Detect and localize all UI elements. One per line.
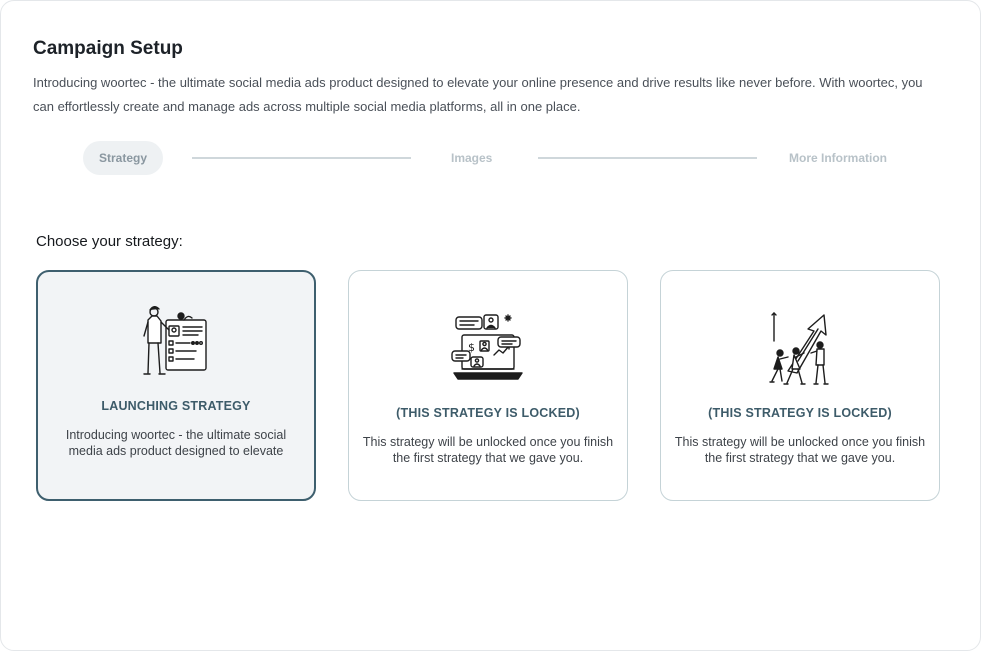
strategy-card-description: This strategy will be unlocked once you … (674, 435, 926, 465)
strategy-card-title: (THIS STRATEGY IS LOCKED) (708, 406, 892, 420)
step-connector (538, 157, 757, 159)
step-more-information[interactable]: More Information (789, 141, 887, 175)
strategy-card-locked-1[interactable]: $ (THIS STRATEGY IS LOCKED) This strateg… (348, 270, 628, 501)
team-pushing-arrow-illustration (661, 311, 939, 395)
strategy-card-locked-2[interactable]: (THIS STRATEGY IS LOCKED) This strategy … (660, 270, 940, 501)
step-images[interactable]: Images (451, 141, 492, 175)
strategy-section-label: Choose your strategy: (36, 233, 183, 250)
step-strategy[interactable]: Strategy (83, 141, 164, 175)
laptop-social-media-illustration: $ (349, 311, 627, 395)
strategy-card-title: LAUNCHING STRATEGY (101, 399, 251, 413)
page-title: Campaign Setup (33, 38, 183, 59)
step-connector (192, 157, 411, 159)
progress-stepper: Strategy Images More Information (83, 141, 913, 175)
strategy-card-description: Introducing woortec - the ultimate socia… (65, 428, 287, 458)
strategy-card-title: (THIS STRATEGY IS LOCKED) (396, 406, 580, 420)
presenter-with-board-illustration (38, 302, 314, 386)
strategy-card-launching[interactable]: LAUNCHING STRATEGY Introducing woortec -… (36, 270, 316, 501)
campaign-setup-panel: Campaign Setup Introducing woortec - the… (0, 0, 981, 651)
page-intro: Introducing woortec - the ultimate socia… (33, 75, 923, 114)
strategy-card-description: This strategy will be unlocked once you … (362, 435, 614, 465)
